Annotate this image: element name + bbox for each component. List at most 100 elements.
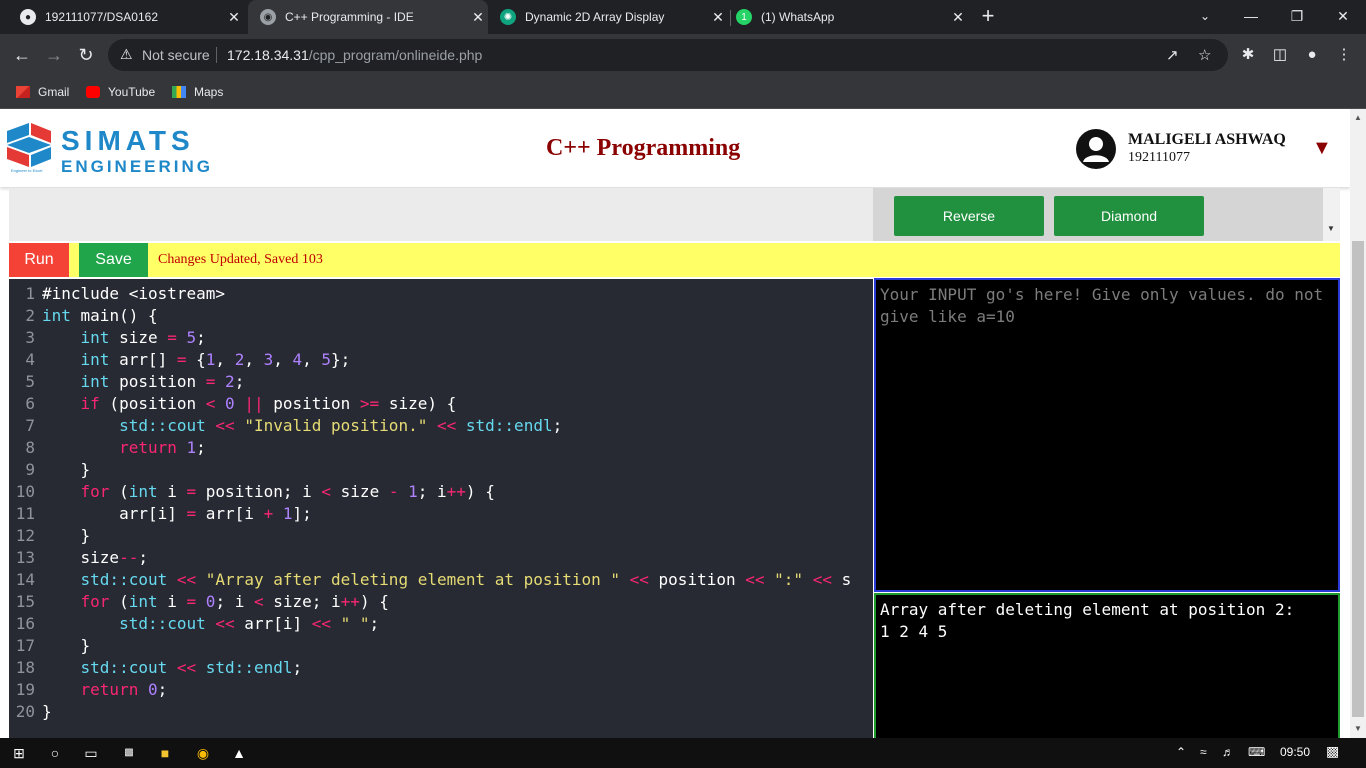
code-text: }	[42, 460, 91, 479]
save-button[interactable]: Save	[79, 243, 148, 277]
code-line[interactable]: 11 arr[i] = arr[i + 1];	[9, 503, 873, 525]
search-icon[interactable]: ○	[44, 743, 66, 763]
code-line[interactable]: 5 int position = 2;	[9, 371, 873, 393]
code-line[interactable]: 14 std::cout << "Array after deleting el…	[9, 569, 873, 591]
code-line[interactable]: 17 }	[9, 635, 873, 657]
tab-title: (1) WhatsApp	[761, 10, 835, 24]
code-editor[interactable]: 1 #include <iostream> 2 int main() {3 int s…	[9, 279, 873, 738]
code-text: int main() {	[42, 306, 158, 325]
tab-title: Dynamic 2D Array Display	[525, 10, 665, 24]
code-line[interactable]: 20}	[9, 701, 873, 723]
share-icon[interactable]: ↗	[1166, 46, 1179, 64]
task-view-icon[interactable]: ▭	[80, 743, 102, 763]
run-button[interactable]: Run	[9, 243, 69, 277]
bookmark-gmail[interactable]: Gmail	[16, 82, 69, 102]
program-input-area[interactable]: Your INPUT go's here! Give only values. …	[874, 278, 1340, 592]
bookmark-maps[interactable]: Maps	[172, 82, 223, 102]
code-line[interactable]: 13 size--;	[9, 547, 873, 569]
photos-icon[interactable]: ▲	[228, 743, 250, 763]
code-line[interactable]: 16 std::cout << arr[i] << " ";	[9, 613, 873, 635]
code-line[interactable]: 10 for (int i = position; i < size - 1; …	[9, 481, 873, 503]
bookmark-star-icon[interactable]: ☆	[1198, 46, 1211, 64]
terminal-icon[interactable]: ▩	[118, 743, 140, 763]
extensions-icon[interactable]: ✱	[1238, 45, 1258, 65]
code-line[interactable]: 9 }	[9, 459, 873, 481]
gmail-icon	[16, 86, 30, 98]
security-label[interactable]: Not secure	[142, 47, 210, 63]
wifi-icon[interactable]: ≈	[1200, 745, 1207, 759]
user-menu-dropdown-icon[interactable]: ▼	[1312, 137, 1332, 160]
omnibox-divider	[216, 47, 217, 63]
snippet-bar: Reverse Diamond ▼	[9, 188, 1340, 241]
scroll-down-arrow-icon[interactable]: ▼	[1327, 224, 1335, 233]
tab-strip: ● 192111077/DSA0162 ✕ ◉ C++ Programming …	[0, 0, 1366, 34]
code-line[interactable]: 4 int arr[] = {1, 2, 3, 4, 5};	[9, 349, 873, 371]
notifications-icon[interactable]: ▩	[1326, 743, 1339, 760]
code-line[interactable]: 3 int size = 5;	[9, 327, 873, 349]
close-window-icon[interactable]: ✕	[1320, 0, 1366, 34]
snippet-scrollbar[interactable]: ▼	[1323, 188, 1340, 241]
code-line[interactable]: 6 if (position < 0 || position >= size) …	[9, 393, 873, 415]
code-text: }	[42, 636, 91, 655]
code-line[interactable]: 12 }	[9, 525, 873, 547]
page-scrollbar[interactable]: ▲ ▼	[1350, 109, 1366, 738]
clock-time[interactable]: 09:50	[1280, 745, 1310, 759]
close-icon[interactable]: ✕	[468, 9, 488, 26]
code-line[interactable]: 18 std::cout << std::endl;	[9, 657, 873, 679]
url-text[interactable]: 172.18.34.31/cpp_program/onlineide.php	[227, 47, 482, 63]
code-line[interactable]: 15 for (int i = 0; i < size; i++) {	[9, 591, 873, 613]
line-number: 19	[15, 680, 35, 699]
code-line[interactable]: 8 return 1;	[9, 437, 873, 459]
tab-cpp-ide[interactable]: ◉ C++ Programming - IDE ✕	[248, 0, 488, 34]
diamond-button[interactable]: Diamond	[1054, 196, 1204, 236]
bookmark-youtube[interactable]: YouTube	[86, 82, 155, 102]
user-icon	[1083, 137, 1109, 162]
close-icon[interactable]: ✕	[948, 9, 968, 26]
youtube-icon	[86, 86, 100, 98]
tab-whatsapp[interactable]: 1 (1) WhatsApp ✕	[728, 0, 968, 34]
close-icon[interactable]: ✕	[224, 9, 244, 26]
warning-icon[interactable]: ⚠	[120, 46, 133, 63]
restore-icon[interactable]: ❐	[1274, 0, 1320, 34]
site-header: SIMATS ENGINEERING Engineer to Excel C++…	[0, 109, 1350, 187]
url-host: 172.18.34.31	[227, 47, 309, 63]
close-icon[interactable]: ✕	[708, 9, 728, 26]
scroll-up-arrow-icon[interactable]: ▲	[1354, 113, 1362, 122]
reload-icon[interactable]: ↻	[74, 43, 98, 67]
code-text: #include <iostream>	[42, 284, 226, 303]
code-line[interactable]: 19 return 0;	[9, 679, 873, 701]
code-line[interactable]: 2 int main() {	[9, 305, 873, 327]
windows-start-icon[interactable]: ⊞	[8, 743, 30, 763]
scrollbar-thumb[interactable]	[1352, 241, 1364, 717]
avatar[interactable]	[1076, 129, 1116, 169]
volume-icon[interactable]: ♬	[1222, 745, 1234, 759]
line-number: 6	[25, 394, 35, 413]
code-text: if (position < 0 || position >= size) {	[80, 394, 457, 413]
forward-icon[interactable]: →	[42, 43, 66, 67]
menu-icon[interactable]: ⋮	[1334, 45, 1354, 65]
simats-logo[interactable]: SIMATS ENGINEERING Engineer to Excel	[7, 123, 217, 179]
file-explorer-icon[interactable]: ■	[154, 743, 176, 763]
code-text: std::cout << std::endl;	[80, 658, 303, 677]
line-number: 18	[15, 658, 35, 677]
reverse-button[interactable]: Reverse	[894, 196, 1044, 236]
address-bar[interactable]: ⚠ Not secure 172.18.34.31/cpp_program/on…	[108, 39, 1228, 71]
side-panel-icon[interactable]: ◫	[1270, 45, 1290, 65]
back-icon[interactable]: ←	[10, 43, 34, 67]
new-tab-button[interactable]: +	[976, 4, 1000, 28]
keyboard-icon[interactable]: ⌨	[1248, 745, 1265, 759]
code-line[interactable]: 1 #include <iostream>	[9, 283, 873, 305]
chrome-icon[interactable]: ◉	[192, 743, 214, 763]
tab-dynamic-array[interactable]: ✺ Dynamic 2D Array Display ✕	[488, 0, 728, 34]
tab-github[interactable]: ● 192111077/DSA0162 ✕	[8, 0, 244, 34]
tab-search-icon[interactable]: ⌄	[1182, 0, 1228, 34]
minimize-icon[interactable]: —	[1228, 0, 1274, 34]
code-line[interactable]: 7 std::cout << "Invalid position." << st…	[9, 415, 873, 437]
scroll-down-arrow-icon[interactable]: ▼	[1354, 724, 1362, 733]
profile-icon[interactable]: ●	[1302, 45, 1322, 65]
tray-chevron-icon[interactable]: ⌃	[1176, 745, 1186, 759]
save-status-text: Changes Updated, Saved 103	[158, 252, 323, 267]
line-number: 8	[25, 438, 35, 457]
line-number: 17	[15, 636, 35, 655]
code-text: std::cout << arr[i] << " ";	[119, 614, 380, 633]
